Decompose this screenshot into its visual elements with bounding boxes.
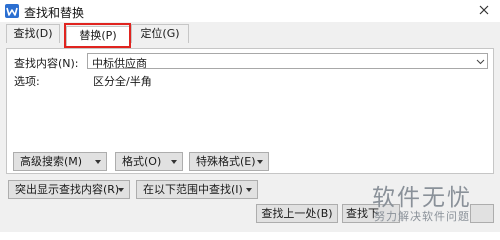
watermark-main: 软件无忧 — [372, 185, 472, 211]
options-value: 区分全/半角 — [93, 75, 152, 88]
advanced-search-label: 高级搜索(M) — [20, 155, 83, 168]
special-format-label: 特殊格式(E) — [196, 155, 256, 168]
tab-find[interactable]: 查找(D) — [6, 24, 60, 43]
format-button[interactable]: 格式(O) — [115, 152, 183, 171]
chevron-down-icon[interactable] — [476, 57, 485, 66]
highlight-found-label: 突出显示查找内容(R) — [15, 183, 120, 196]
window-title: 查找和替换 — [24, 6, 85, 20]
title-bar: 查找和替换 — [0, 0, 500, 22]
close-icon[interactable] — [476, 2, 492, 18]
find-previous-button[interactable]: 查找上一处(B) — [256, 204, 338, 223]
dropdown-arrow-icon — [95, 160, 101, 164]
highlight-found-button[interactable]: 突出显示查找内容(R) — [8, 180, 130, 199]
wps-app-icon — [5, 4, 19, 18]
dropdown-arrow-icon — [171, 160, 177, 164]
find-in-button[interactable]: 在以下范围中查找(I) — [136, 180, 258, 199]
advanced-search-button[interactable]: 高级搜索(M) — [13, 152, 107, 171]
special-format-button[interactable]: 特殊格式(E) — [189, 152, 269, 171]
find-content-input[interactable]: 中标供应商 — [87, 53, 488, 70]
find-in-label: 在以下范围中查找(I) — [143, 183, 243, 196]
dialog-body: 查找(D) 替换(P) 定位(G) 查找内容(N): 中标供应商 选项: 区分全… — [0, 22, 500, 232]
find-content-label: 查找内容(N): — [14, 57, 79, 70]
find-content-value: 中标供应商 — [92, 57, 147, 70]
dropdown-arrow-icon — [246, 188, 252, 192]
tab-goto[interactable]: 定位(G) — [131, 24, 189, 43]
replace-tab-highlight — [64, 23, 131, 48]
watermark: 软件无忧 努力解决软件问题 — [372, 178, 492, 223]
format-label: 格式(O) — [122, 155, 162, 168]
dropdown-arrow-icon — [118, 188, 124, 192]
watermark-sub: 努力解决软件问题 — [374, 210, 470, 223]
dropdown-arrow-icon — [257, 160, 263, 164]
find-panel: 查找内容(N): 中标供应商 选项: 区分全/半角 高级搜索(M) 格式(O) … — [6, 48, 494, 174]
options-label: 选项: — [14, 75, 40, 88]
